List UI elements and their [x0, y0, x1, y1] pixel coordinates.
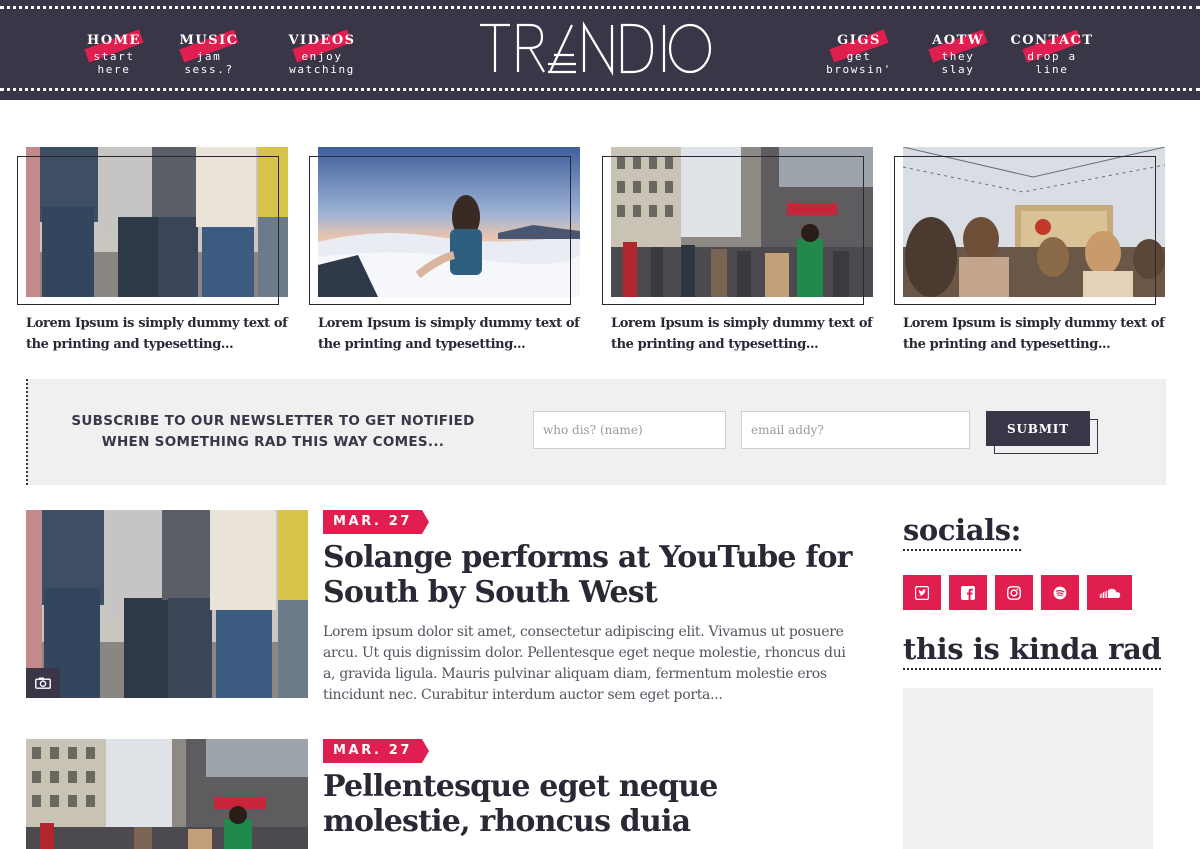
nav-music-label: MUSIC	[179, 33, 239, 48]
article-title[interactable]: Solange performs at YouTube for South by…	[323, 540, 853, 610]
site-header: HOME start here MUSIC jam sess.? VIDEOS …	[0, 0, 1200, 100]
article-date-badge: MAR. 27	[323, 739, 430, 763]
nav-gigs-label: GIGS	[837, 33, 881, 48]
submit-wrapper: SUBMIT	[986, 411, 1098, 455]
soundcloud-icon	[1099, 588, 1120, 598]
featured-image-people	[26, 147, 288, 297]
nav-videos-label: VIDEOS	[288, 33, 356, 48]
nav-gigs[interactable]: GIGS get browsin'	[812, 29, 906, 76]
rad-heading: this is kinda rad	[903, 632, 1162, 670]
newsletter-name-input[interactable]	[533, 411, 726, 449]
featured-image-festival	[903, 147, 1165, 297]
nav-aotw[interactable]: AOTW they slay	[922, 29, 994, 76]
nav-contact[interactable]: CONTACT drop a line	[1010, 29, 1094, 76]
featured-card[interactable]: Lorem Ipsum is simply dummy text of the …	[602, 147, 873, 357]
featured-image-clouds	[318, 147, 580, 297]
article-date-badge: MAR. 27	[323, 510, 430, 534]
nav-music-sub: jam sess.?	[184, 50, 234, 76]
featured-caption[interactable]: Lorem Ipsum is simply dummy text of the …	[26, 313, 288, 355]
nav-videos[interactable]: VIDEOS enjoy watching	[266, 29, 378, 76]
featured-card[interactable]: Lorem Ipsum is simply dummy text of the …	[17, 147, 288, 357]
article-excerpt: Lorem ipsum dolor sit amet, consectetur …	[323, 624, 846, 703]
article-item: MAR. 27 Solange performs at YouTube for …	[26, 510, 866, 703]
article-title[interactable]: Pellentesque eget neque molestie, rhoncu…	[323, 769, 853, 839]
article-thumbnail[interactable]	[26, 739, 308, 849]
site-logo[interactable]	[478, 20, 714, 76]
social-spotify-button[interactable]	[1041, 575, 1079, 610]
instagram-icon	[1007, 585, 1021, 600]
featured-caption[interactable]: Lorem Ipsum is simply dummy text of the …	[903, 313, 1165, 355]
camera-icon	[35, 677, 51, 689]
nav-contact-label: CONTACT	[1010, 33, 1094, 48]
featured-image-street	[611, 147, 873, 297]
social-twitter-button[interactable]	[903, 575, 941, 610]
featured-card[interactable]: Lorem Ipsum is simply dummy text of the …	[894, 147, 1165, 357]
sidebar-ad-placeholder	[903, 688, 1153, 849]
nav-music[interactable]: MUSIC jam sess.?	[170, 29, 248, 76]
nav-videos-sub: enjoy watching	[289, 50, 355, 76]
featured-caption[interactable]: Lorem Ipsum is simply dummy text of the …	[611, 313, 873, 355]
nav-home[interactable]: HOME start here	[78, 29, 150, 76]
newsletter-email-input[interactable]	[741, 411, 970, 449]
featured-card[interactable]: Lorem Ipsum is simply dummy text of the …	[309, 147, 580, 357]
article-item: MAR. 27 Pellentesque eget neque molestie…	[26, 739, 866, 849]
twitter-icon	[915, 585, 929, 600]
social-instagram-button[interactable]	[995, 575, 1033, 610]
socials-heading: socials:	[903, 513, 1021, 551]
facebook-icon	[961, 585, 975, 600]
spotify-icon	[1053, 586, 1067, 599]
nav-gigs-sub: get browsin'	[826, 50, 892, 76]
nav-contact-sub: drop a line	[1027, 50, 1077, 76]
nav-home-sub: start here	[93, 50, 135, 76]
social-facebook-button[interactable]	[949, 575, 987, 610]
social-soundcloud-button[interactable]	[1087, 575, 1132, 610]
camera-badge	[26, 668, 60, 698]
trendio-logo	[480, 21, 712, 76]
featured-caption[interactable]: Lorem Ipsum is simply dummy text of the …	[318, 313, 580, 355]
nav-aotw-sub: they slay	[941, 50, 975, 76]
newsletter-text: SUBSCRIBE TO OUR NEWSLETTER TO GET NOTIF…	[71, 413, 475, 450]
nav-home-label: HOME	[87, 33, 141, 48]
submit-button[interactable]: SUBMIT	[986, 411, 1090, 446]
nav-aotw-label: AOTW	[932, 33, 984, 48]
newsletter-panel: SUBSCRIBE TO OUR NEWSLETTER TO GET NOTIF…	[26, 379, 1166, 485]
article-thumbnail[interactable]	[26, 510, 308, 698]
